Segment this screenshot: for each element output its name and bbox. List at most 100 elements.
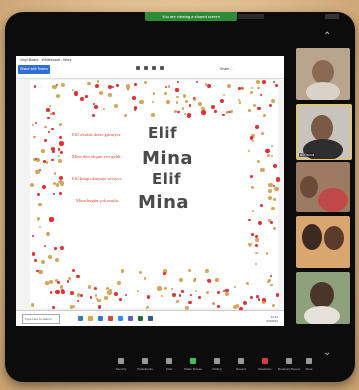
confetti-dot — [216, 290, 221, 294]
confetti-dot — [175, 101, 179, 104]
confetti-dot — [270, 283, 273, 287]
confetti-dot — [261, 301, 265, 305]
confetti-dot — [57, 148, 60, 151]
taskview-icon[interactable] — [78, 316, 83, 321]
sentence-3: Elif kitap okumayı seviyor. — [72, 176, 123, 181]
breakout-rooms-button[interactable]: Breakout Rooms — [278, 358, 300, 371]
confetti-dot — [271, 206, 275, 211]
confetti-dot — [42, 160, 46, 164]
confetti-dot — [34, 157, 38, 160]
participant-tile-active[interactable]: Ali Pamuk — [296, 104, 352, 160]
word-icon[interactable] — [148, 316, 153, 321]
confetti-dot — [89, 296, 93, 299]
confetti-dot — [197, 101, 202, 106]
teams-icon[interactable] — [128, 316, 133, 321]
confetti-dot — [226, 83, 231, 88]
confetti-dot — [207, 83, 212, 88]
confetti-dot — [250, 136, 254, 140]
confetti-dot — [87, 81, 91, 86]
confetti-dot — [52, 305, 56, 309]
confetti-dot — [151, 113, 155, 117]
share-teams-button[interactable]: Share with Teams — [18, 65, 50, 74]
file-explorer-icon[interactable] — [88, 316, 93, 321]
taskbar-clock[interactable]: 11:42 2/3/2021 — [266, 315, 278, 323]
eraser-tool-icon[interactable] — [144, 66, 148, 70]
reactions-button[interactable]: Reactions — [254, 358, 276, 371]
confetti-dot — [238, 101, 241, 104]
participant-head — [311, 115, 333, 141]
participant-tile[interactable] — [296, 48, 350, 100]
zoom-app-icon[interactable] — [118, 316, 123, 321]
confetti-dot — [193, 279, 196, 282]
confetti-dot — [273, 198, 277, 202]
undo-icon[interactable] — [160, 66, 164, 70]
record-button[interactable]: Record — [230, 358, 252, 371]
windows-taskbar: Type here to search 11:42 2/3/2021 — [16, 310, 284, 326]
confetti-dot — [181, 107, 185, 110]
confetti-dot — [49, 291, 53, 294]
chat-button[interactable]: Chat — [158, 358, 180, 371]
pen-tool-icon[interactable] — [136, 66, 140, 70]
confetti-dot — [265, 149, 270, 154]
participant-tile[interactable] — [296, 216, 350, 268]
confetti-dot — [267, 189, 272, 194]
confetti-dot — [214, 110, 217, 113]
participant-body — [306, 82, 340, 100]
confetti-dot — [57, 154, 61, 158]
participants-button[interactable]: Participants — [134, 358, 156, 371]
more-button[interactable]: More — [298, 358, 320, 371]
confetti-dot — [176, 95, 179, 99]
handwriting-word-3: Elif — [152, 170, 182, 188]
confetti-dot — [143, 80, 148, 85]
participant-body — [304, 306, 340, 324]
confetti-dot — [38, 202, 42, 207]
view-options-button[interactable] — [238, 14, 264, 19]
office-icon[interactable] — [108, 316, 113, 321]
chevron-up-icon[interactable]: ⌃ — [323, 32, 331, 42]
confetti-dot — [179, 278, 184, 283]
confetti-dot — [56, 94, 61, 99]
confetti-dot — [254, 244, 258, 248]
confetti-dot — [54, 257, 59, 262]
confetti-dot — [223, 94, 226, 97]
confetti-dot — [260, 167, 265, 172]
confetti-dot — [260, 132, 264, 135]
confetti-dot — [44, 280, 49, 285]
confetti-dot — [258, 298, 261, 301]
security-button[interactable]: Security — [110, 358, 132, 371]
polling-button[interactable]: Polling — [206, 358, 228, 371]
select-tool-icon[interactable] — [152, 66, 156, 70]
confetti-dot — [97, 305, 102, 309]
confetti-dot — [256, 80, 260, 84]
confetti-dot — [51, 158, 54, 162]
share-screen-button[interactable]: Share Screen — [182, 358, 204, 371]
participant-head-2 — [324, 226, 344, 250]
confetti-dot — [157, 286, 162, 291]
confetti-dot — [31, 124, 34, 127]
window-controls[interactable] — [325, 14, 339, 19]
status-banner[interactable]: You are viewing a shared screen — [145, 12, 237, 21]
confetti-dot — [268, 103, 272, 108]
confetti-dot — [70, 291, 75, 296]
participant-tile[interactable] — [296, 162, 350, 212]
confetti-dot — [97, 299, 101, 303]
header-right-actions[interactable]: Share ... — [220, 65, 264, 73]
confetti-dot — [240, 87, 243, 90]
confetti-dot — [257, 159, 261, 164]
confetti-dot — [45, 232, 50, 237]
whiteboard-canvas[interactable]: Elif okulda derse gitmiyor. Mina dün akş… — [30, 80, 281, 311]
handwriting-word-1: Elif — [148, 124, 178, 142]
edge-icon[interactable] — [98, 316, 103, 321]
excel-icon[interactable] — [138, 316, 143, 321]
chevron-down-icon[interactable]: ⌄ — [323, 348, 331, 358]
confetti-dot — [270, 274, 273, 277]
poll-icon — [214, 358, 220, 364]
confetti-dot — [58, 135, 62, 139]
confetti-dot — [194, 289, 197, 292]
confetti-dot — [245, 281, 250, 286]
confetti-dot — [272, 163, 277, 168]
participant-tile[interactable] — [296, 272, 350, 324]
taskbar-search-input[interactable]: Type here to search — [22, 314, 60, 324]
confetti-dot — [58, 180, 62, 184]
confetti-dot — [41, 185, 46, 190]
